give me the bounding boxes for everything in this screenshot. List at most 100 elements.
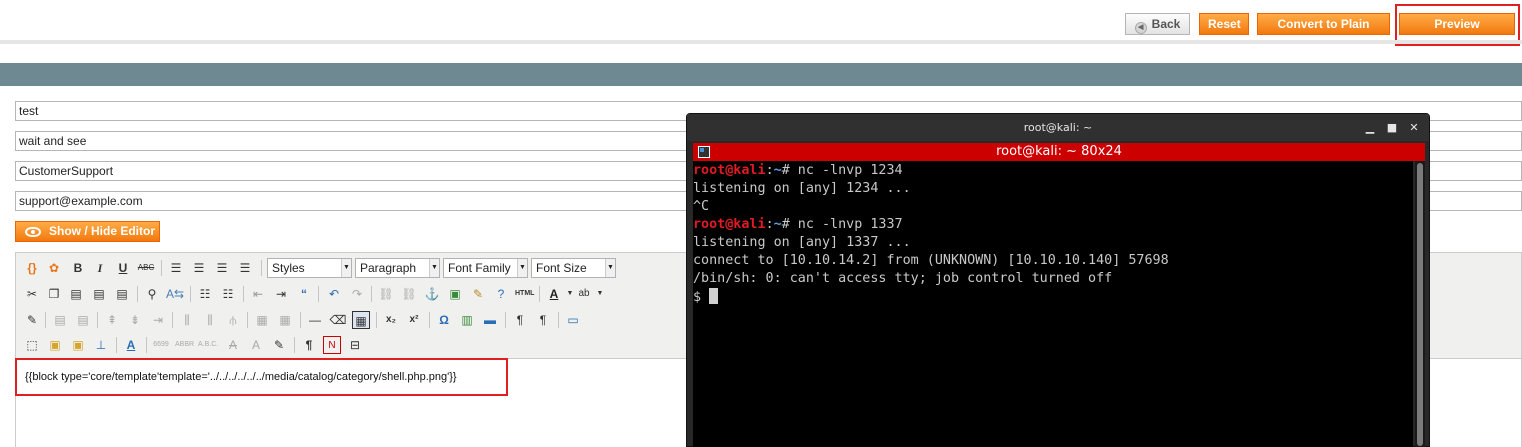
numbered-list-icon[interactable]: ☷: [219, 285, 237, 303]
styles-select[interactable]: Styles▼: [267, 258, 352, 278]
replace-icon[interactable]: A⇆: [166, 285, 184, 303]
toolbar-separator: [146, 337, 147, 353]
insert-row-after-icon[interactable]: ⇟: [126, 311, 144, 329]
media-icon[interactable]: ▥: [458, 311, 476, 329]
html-source-icon[interactable]: HTML: [515, 285, 533, 303]
remove-format-icon[interactable]: ⌫: [329, 311, 347, 329]
chevron-down-icon[interactable]: ▼: [591, 285, 609, 303]
horizontal-rule-icon[interactable]: —: [306, 311, 324, 329]
merge-cells-icon[interactable]: ▦: [276, 311, 294, 329]
image-icon[interactable]: ▣: [446, 285, 464, 303]
help-icon[interactable]: ?: [492, 285, 510, 303]
find-icon[interactable]: ⚲: [143, 285, 161, 303]
indent-icon[interactable]: ⇥: [272, 285, 290, 303]
align-center-icon[interactable]: ☰: [190, 259, 208, 277]
bullet-list-icon[interactable]: ☷: [196, 285, 214, 303]
terminal-titlebar[interactable]: root@kali: ~: [687, 114, 1429, 141]
visual-chars-icon[interactable]: ¶: [300, 336, 318, 354]
unlink-icon[interactable]: ⛓: [400, 285, 418, 303]
insert-row-before-icon[interactable]: ⇞: [103, 311, 121, 329]
cell-props-icon[interactable]: ▤: [74, 311, 92, 329]
show-hide-editor-label: Show / Hide Editor: [49, 224, 155, 238]
convert-to-plain-text-button[interactable]: Convert to Plain Text: [1257, 13, 1390, 35]
maximize-icon[interactable]: ■: [1385, 121, 1399, 135]
align-left-icon[interactable]: ☰: [167, 259, 185, 277]
fullscreen-icon[interactable]: ▭: [564, 311, 582, 329]
underline-icon[interactable]: U: [114, 259, 132, 277]
insert-col-before-icon[interactable]: ⫼: [178, 311, 196, 329]
terminal-line: $: [693, 288, 1413, 306]
table-props-icon[interactable]: ✎: [23, 311, 41, 329]
command-text: # nc -lnvp 1234: [782, 163, 903, 178]
scrollbar-thumb[interactable]: [1417, 163, 1423, 446]
font-size-select[interactable]: Font Size▼: [531, 258, 616, 278]
minimize-icon[interactable]: ▁: [1363, 121, 1377, 135]
font-family-select[interactable]: Font Family▼: [443, 258, 528, 278]
subscript-icon[interactable]: x₂: [382, 311, 400, 329]
page-break-icon[interactable]: ⊟: [346, 336, 364, 354]
chevron-down-icon: ▼: [605, 259, 615, 277]
redo-icon[interactable]: ↷: [348, 285, 366, 303]
delete-row-icon[interactable]: ⇥: [149, 311, 167, 329]
insert-layer-icon[interactable]: ⬚: [23, 336, 41, 354]
back-button[interactable]: ◀Back: [1125, 13, 1190, 35]
row-props-icon[interactable]: ▤: [51, 311, 69, 329]
advanced-hr-icon[interactable]: ▬: [481, 311, 499, 329]
toolbar-separator: [137, 286, 138, 302]
terminal-line: connect to [10.10.14.2] from (UNKNOWN) […: [693, 252, 1413, 270]
paste-icon[interactable]: ▤: [67, 285, 85, 303]
back-arrow-icon: ◀: [1135, 22, 1147, 34]
acronym-icon[interactable]: A.B.C.: [198, 336, 216, 354]
terminal-window[interactable]: root@kali: ~ ▁ ■ ✕ root@kali: ~ 80x24 ro…: [686, 113, 1430, 447]
format-select[interactable]: Paragraph▼: [355, 258, 440, 278]
special-char-icon[interactable]: Ω: [435, 311, 453, 329]
align-justify-icon[interactable]: ☰: [236, 259, 254, 277]
attributes-icon[interactable]: ✎: [270, 336, 288, 354]
toolbar-separator: [371, 286, 372, 302]
undo-icon[interactable]: ↶: [325, 285, 343, 303]
paste-word-icon[interactable]: ▤: [113, 285, 131, 303]
delete-col-icon[interactable]: ⫛: [224, 311, 242, 329]
terminal-tab[interactable]: root@kali: ~ 80x24: [693, 143, 1425, 161]
eye-icon: [25, 227, 41, 237]
terminal-line: listening on [any] 1234 ...: [693, 180, 1413, 198]
insert-col-after-icon[interactable]: ⫼: [201, 311, 219, 329]
terminal-output[interactable]: root@kali:~# nc -lnvp 1234 listening on …: [693, 161, 1413, 447]
align-right-icon[interactable]: ☰: [213, 259, 231, 277]
close-icon[interactable]: ✕: [1407, 121, 1421, 135]
style-props-icon[interactable]: A: [122, 336, 140, 354]
show-hide-editor-button[interactable]: Show / Hide Editor: [15, 221, 160, 242]
terminal-scrollbar[interactable]: [1415, 161, 1425, 447]
blockquote-icon[interactable]: “: [295, 285, 313, 303]
non-breaking-icon[interactable]: N: [323, 336, 341, 354]
insert-variable-icon[interactable]: {}: [23, 259, 41, 277]
terminal-line: ^C: [693, 198, 1413, 216]
bold-icon[interactable]: B: [69, 259, 87, 277]
split-cells-icon[interactable]: ▦: [253, 311, 271, 329]
move-forward-icon[interactable]: ▣: [46, 336, 64, 354]
terminal-line: /bin/sh: 0: can't access tty; job contro…: [693, 270, 1413, 288]
insert-widget-icon[interactable]: ✿: [45, 259, 63, 277]
copy-icon[interactable]: ❐: [45, 285, 63, 303]
anchor-icon[interactable]: ⚓: [423, 285, 441, 303]
outdent-icon[interactable]: ⇤: [249, 285, 267, 303]
superscript-icon[interactable]: x²: [405, 311, 423, 329]
deletion-icon[interactable]: A: [224, 336, 242, 354]
reset-button[interactable]: Reset: [1199, 13, 1249, 35]
absolute-position-icon[interactable]: ⊥: [92, 336, 110, 354]
link-icon[interactable]: ⛓: [377, 285, 395, 303]
visual-aid-icon[interactable]: ▦: [352, 311, 370, 329]
abbreviation-icon[interactable]: ABBR: [175, 336, 193, 354]
cleanup-icon[interactable]: ✎: [469, 285, 487, 303]
italic-icon[interactable]: I: [91, 259, 109, 277]
paste-text-icon[interactable]: ▤: [90, 285, 108, 303]
rtl-icon[interactable]: ¶: [534, 311, 552, 329]
strikethrough-icon[interactable]: ABC: [137, 259, 155, 277]
prompt-path: ~: [774, 163, 782, 178]
cite-icon[interactable]: 6699: [152, 336, 170, 354]
ltr-icon[interactable]: ¶: [511, 311, 529, 329]
toolbar-separator: [300, 312, 301, 328]
move-backward-icon[interactable]: ▣: [69, 336, 87, 354]
insertion-icon[interactable]: A: [247, 336, 265, 354]
cut-icon[interactable]: ✂: [23, 285, 41, 303]
